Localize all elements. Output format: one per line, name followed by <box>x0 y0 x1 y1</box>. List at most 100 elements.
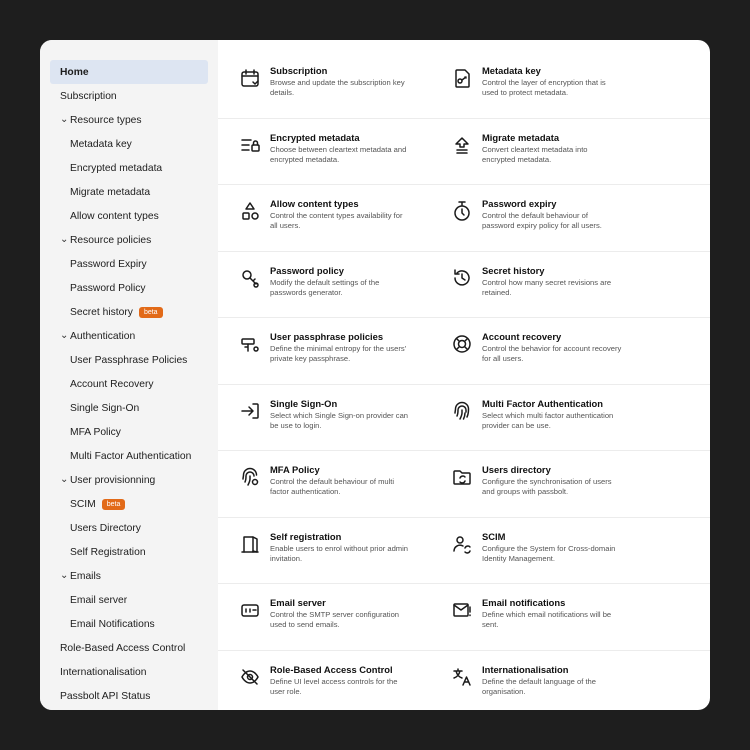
sidebar-item-label: Password Policy <box>70 282 146 294</box>
card-row: Single Sign-On Select which Single Sign-o… <box>218 385 710 451</box>
settings-card-email-notifications[interactable]: Email notifications Define which email no… <box>430 584 710 650</box>
sidebar-item-resource-policies[interactable]: ⌄ Resource policies <box>50 228 208 252</box>
settings-card-encrypted-metadata[interactable]: Encrypted metadata Choose between clearte… <box>218 119 430 185</box>
sidebar-item-label: MFA Policy <box>70 426 121 438</box>
settings-card-subscription[interactable]: Subscription Browse and update the subscr… <box>218 52 430 118</box>
sidebar-item-label: Resource types <box>70 114 142 126</box>
sidebar-item-home[interactable]: Home <box>50 60 208 84</box>
sidebar-item-password-expiry[interactable]: Password Expiry <box>50 252 208 276</box>
settings-card-password-expiry[interactable]: Password expiry Control the default behav… <box>430 185 710 251</box>
card-description: Convert cleartext metadata into encrypte… <box>482 144 588 164</box>
settings-card-user-passphrase-policies[interactable]: User passphrase policies Define the minim… <box>218 318 430 384</box>
sidebar-item-multi-factor-authentication[interactable]: Multi Factor Authentication <box>50 444 208 468</box>
sidebar-item-passbolt-api-status[interactable]: Passbolt API Status <box>50 684 208 708</box>
card-title: Encrypted metadata <box>270 131 360 143</box>
settings-card-scim[interactable]: SCIM Configure the System for Cross-domai… <box>430 518 710 584</box>
card-row: Self registration Enable users to enrol w… <box>218 518 710 584</box>
sidebar-item-label: Metadata key <box>70 138 132 150</box>
settings-card-mfa-policy[interactable]: MFA Policy Control the default behaviour … <box>218 451 430 517</box>
door-icon <box>239 533 261 555</box>
sidebar-item-encrypted-metadata[interactable]: Encrypted metadata <box>50 156 208 180</box>
card-text: Metadata key Control the layer of encrypt… <box>482 65 622 118</box>
sidebar-nav: Home Subscription ⌄ Resource types Metadata … <box>40 40 218 710</box>
sidebar-item-emails[interactable]: ⌄ Emails <box>50 564 208 588</box>
settings-card-internationalisation[interactable]: Internationalisation Define the default l… <box>430 651 710 711</box>
card-row: Allow content types Control the content t… <box>218 185 710 252</box>
sidebar-item-user-passphrase-policies[interactable]: User Passphrase Policies <box>50 348 208 372</box>
sidebar-item-role-based-access-control[interactable]: Role-Based Access Control <box>50 636 208 660</box>
settings-card-multi-factor-authentication[interactable]: Multi Factor Authentication Select which … <box>430 385 710 451</box>
card-text: Single Sign-On Select which Single Sign-o… <box>270 398 410 451</box>
sidebar-item-allow-content-types[interactable]: Allow content types <box>50 204 208 228</box>
sidebar-item-label: Account Recovery <box>70 378 154 390</box>
sidebar-item-label: Internationalisation <box>60 666 147 678</box>
settings-card-migrate-metadata[interactable]: Migrate metadata Convert cleartext metada… <box>430 119 710 185</box>
card-text: Secret history Control how many secret re… <box>482 265 622 318</box>
card-text: Password expiry Control the default behav… <box>482 198 622 251</box>
sidebar-item-scim[interactable]: SCIM beta <box>50 492 208 516</box>
card-row: Role-Based Access Control Define UI level… <box>218 651 710 711</box>
sidebar-item-self-registration[interactable]: Self Registration <box>50 540 208 564</box>
settings-card-role-based-access-control[interactable]: Role-Based Access Control Define UI level… <box>218 651 430 711</box>
card-text: Subscription Browse and update the subscr… <box>270 65 410 118</box>
beta-badge: beta <box>138 306 163 318</box>
card-title: Account recovery <box>482 331 562 342</box>
settings-card-self-registration[interactable]: Self registration Enable users to enrol w… <box>218 518 430 584</box>
settings-card-allow-content-types[interactable]: Allow content types Control the content t… <box>218 185 430 251</box>
sidebar-item-label: Self Registration <box>70 546 146 558</box>
sidebar-item-single-sign-on[interactable]: Single Sign-On <box>50 396 208 420</box>
sidebar-item-authentication[interactable]: ⌄ Authentication <box>50 324 208 348</box>
card-description: Control how many secret revisions are re… <box>482 277 612 297</box>
list-lock-icon <box>239 134 261 156</box>
chevron-down-icon[interactable]: ⌄ <box>60 235 70 245</box>
sidebar-item-user-provisionning[interactable]: ⌄ User provisionning <box>50 468 208 492</box>
sidebar-item-migrate-metadata[interactable]: Migrate metadata <box>50 180 208 204</box>
card-row: Password policy Modify the default settin… <box>218 252 710 318</box>
card-title: User passphrase policies <box>270 331 384 342</box>
card-title: MFA Policy <box>270 464 320 475</box>
settings-card-email-server[interactable]: Email server Control the SMTP server conf… <box>218 584 430 650</box>
shapes-icon <box>239 200 261 222</box>
sign-in-icon <box>239 400 261 422</box>
card-description: Configure the synchronisation of users a… <box>482 477 612 497</box>
sidebar-item-internationalisation[interactable]: Internationalisation <box>50 660 208 684</box>
sidebar-item-label: Migrate metadata <box>70 186 151 198</box>
chevron-down-icon[interactable]: ⌄ <box>60 331 70 341</box>
card-text: SCIM Configure the System for Cross-domai… <box>482 531 622 584</box>
chevron-down-icon[interactable]: ⌄ <box>60 475 70 485</box>
sidebar-item-account-recovery[interactable]: Account Recovery <box>50 372 208 396</box>
card-description: Define UI level access controls for the … <box>270 676 398 696</box>
fingerprint-gear-icon <box>239 466 261 488</box>
card-description: Control the content types availability f… <box>270 211 403 231</box>
sidebar-item-subscription[interactable]: Subscription <box>50 84 208 108</box>
settings-card-metadata-key[interactable]: Metadata key Control the layer of encrypt… <box>430 52 710 118</box>
card-text: Role-Based Access Control Define UI level… <box>270 664 410 711</box>
sidebar-item-email-server[interactable]: Email server <box>50 588 208 612</box>
key-gear-icon <box>239 267 261 289</box>
card-description: Control the default behaviour of multi f… <box>270 477 395 497</box>
sidebar-item-label: Role-Based Access Control <box>60 642 186 654</box>
sidebar-item-label: Multi Factor Authentication <box>70 450 192 462</box>
sidebar-item-secret-history[interactable]: Secret history beta <box>50 300 208 324</box>
sidebar-item-label: User provisionning <box>70 474 156 486</box>
settings-card-single-sign-on[interactable]: Single Sign-On Select which Single Sign-o… <box>218 385 430 451</box>
card-description: Enable users to enrol without prior admi… <box>270 543 409 563</box>
settings-card-secret-history[interactable]: Secret history Control how many secret re… <box>430 252 710 318</box>
card-row: Encrypted metadata Choose between clearte… <box>218 119 710 185</box>
lifebuoy-icon <box>451 333 473 355</box>
card-description: Define the default language of the organ… <box>482 676 596 696</box>
chevron-down-icon[interactable]: ⌄ <box>60 115 70 125</box>
sidebar-item-mfa-policy[interactable]: MFA Policy <box>50 420 208 444</box>
card-description: Choose between cleartext metadata and en… <box>270 144 407 164</box>
settings-card-password-policy[interactable]: Password policy Modify the default settin… <box>218 252 430 318</box>
chevron-down-icon[interactable]: ⌄ <box>60 571 70 581</box>
sidebar-item-resource-types[interactable]: ⌄ Resource types <box>50 108 208 132</box>
file-key-icon <box>451 67 473 89</box>
settings-card-users-directory[interactable]: Users directory Configure the synchronisa… <box>430 451 710 517</box>
upload-arrow-icon <box>451 134 473 156</box>
sidebar-item-password-policy[interactable]: Password Policy <box>50 276 208 300</box>
settings-card-account-recovery[interactable]: Account recovery Control the behavior for… <box>430 318 710 384</box>
sidebar-item-users-directory[interactable]: Users Directory <box>50 516 208 540</box>
sidebar-item-email-notifications[interactable]: Email Notifications <box>50 612 208 636</box>
sidebar-item-metadata-key[interactable]: Metadata key <box>50 132 208 156</box>
